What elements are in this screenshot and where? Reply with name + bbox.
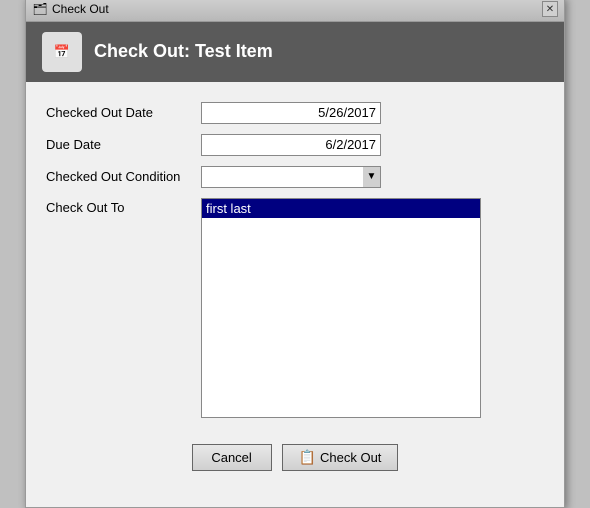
title-bar-icon: 🗂 [32,1,48,17]
due-date-input[interactable] [201,134,381,156]
title-bar-left: 🗂 Check Out [32,1,109,17]
condition-label: Checked Out Condition [46,169,201,184]
button-row: Cancel 📋 Check Out [46,434,544,487]
checkout-icon: 📋 [299,449,316,466]
dialog-title: Check Out: Test Item [94,41,273,62]
check-out-to-label: Check Out To [46,198,201,215]
checkout-button[interactable]: 📋 Check Out [282,444,399,471]
due-date-label: Due Date [46,137,201,152]
title-bar: 🗂 Check Out ✕ [26,0,564,22]
list-item[interactable]: first last [202,199,480,218]
title-bar-title: Check Out [52,2,109,16]
cancel-button[interactable]: Cancel [192,444,272,471]
checked-out-date-input[interactable] [201,102,381,124]
checked-out-date-row: Checked Out Date [46,102,544,124]
cancel-label: Cancel [211,450,251,465]
dialog-content: Checked Out Date Due Date Checked Out Co… [26,82,564,507]
dialog-header: 📅 Check Out: Test Item [26,22,564,82]
condition-row: Checked Out Condition Good Fair Poor ▼ [46,166,544,188]
due-date-row: Due Date [46,134,544,156]
check-out-to-list[interactable]: first last [201,198,481,418]
checkout-dialog: 🗂 Check Out ✕ 📅 Check Out: Test Item Che… [25,0,565,508]
condition-select-wrapper: Good Fair Poor ▼ [201,166,381,188]
condition-select[interactable]: Good Fair Poor [201,166,381,188]
check-out-to-row: Check Out To first last [46,198,544,418]
close-button[interactable]: ✕ [542,1,558,17]
checkout-label: Check Out [320,450,381,465]
checked-out-date-label: Checked Out Date [46,105,201,120]
header-icon: 📅 [42,32,82,72]
